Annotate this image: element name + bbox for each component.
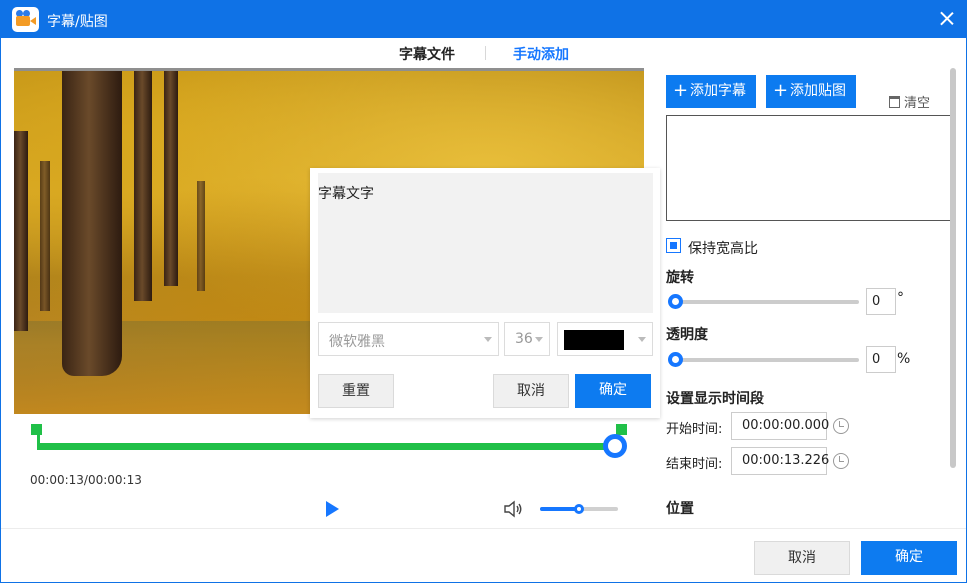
opacity-slider[interactable] — [668, 352, 859, 367]
trash-icon — [889, 96, 900, 108]
add-sticker-label: 添加贴图 — [790, 83, 846, 99]
time-readout: 00:00:13/00:00:13 — [30, 473, 142, 487]
dialog-footer: 取消 确定 — [1, 528, 966, 582]
rotation-unit: ° — [897, 290, 904, 306]
rotation-input[interactable]: 0 — [866, 288, 896, 315]
plus-icon: + — [673, 80, 689, 101]
opacity-input[interactable]: 0 — [866, 346, 896, 373]
cancel-button[interactable]: 取消 — [754, 541, 850, 575]
end-time-label: 结束时间: — [666, 457, 723, 472]
editor-ok-button[interactable]: 确定 — [575, 374, 651, 408]
rotation-knob[interactable] — [668, 294, 683, 309]
rotation-slider[interactable] — [668, 294, 859, 309]
plus-icon: + — [773, 80, 789, 101]
clear-label: 清空 — [904, 96, 931, 111]
add-sticker-button[interactable]: + 添加贴图 — [766, 75, 856, 108]
opacity-title: 透明度 — [666, 327, 708, 343]
window-title: 字幕/贴图 — [47, 14, 108, 30]
font-size-value: 36 — [515, 331, 533, 347]
editor-cancel-button[interactable]: 取消 — [493, 374, 569, 408]
clock-icon[interactable] — [833, 418, 849, 434]
timeline-bar — [37, 443, 617, 450]
ok-button[interactable]: 确定 — [861, 541, 957, 575]
tab-divider — [485, 46, 486, 60]
subtitle-list[interactable] — [666, 115, 955, 221]
subtitle-edit-popup: 字幕文字 微软雅黑 36 重置 取消 确定 — [310, 168, 660, 418]
start-time-label: 开始时间: — [666, 422, 723, 437]
color-swatch — [564, 330, 624, 350]
tab-manual-add[interactable]: 手动添加 — [513, 44, 569, 64]
start-time-input[interactable]: 00:00:00.000 — [731, 412, 829, 440]
play-icon[interactable] — [326, 501, 339, 517]
subtitle-text-value: 字幕文字 — [318, 186, 374, 202]
opacity-knob[interactable] — [668, 352, 683, 367]
font-size-select[interactable]: 36 — [504, 322, 550, 356]
add-subtitle-label: 添加字幕 — [690, 83, 746, 99]
position-title: 位置 — [666, 501, 694, 517]
keep-ratio-checkbox[interactable] — [666, 238, 681, 253]
volume-icon[interactable] — [503, 500, 523, 518]
properties-panel: + 添加字幕 + 添加贴图 清空 保持宽高比 旋转 0 ° 透明度 0 % 设置… — [655, 68, 955, 528]
reset-button[interactable]: 重置 — [318, 374, 394, 408]
end-time-input[interactable]: 00:00:13.226 — [731, 447, 829, 475]
chevron-down-icon — [638, 337, 646, 342]
keep-ratio-label: 保持宽高比 — [688, 241, 758, 257]
chevron-down-icon — [535, 337, 543, 342]
clear-button[interactable]: 清空 — [889, 92, 930, 111]
font-color-select[interactable] — [557, 322, 653, 356]
opacity-unit: % — [897, 351, 911, 367]
add-subtitle-button[interactable]: + 添加字幕 — [666, 75, 756, 108]
subtitle-sticker-dialog: 字幕/贴图 字幕文件 手动添加 字幕文字 微软雅黑 36 重置 取消 确定 00… — [0, 0, 967, 583]
volume-slider[interactable] — [540, 504, 618, 514]
panel-scrollbar[interactable] — [950, 68, 956, 468]
video-camera-icon — [12, 7, 39, 32]
tab-bar: 字幕文件 手动添加 — [1, 38, 966, 68]
close-icon[interactable] — [936, 8, 958, 30]
font-select[interactable]: 微软雅黑 — [318, 322, 499, 356]
title-bar: 字幕/贴图 — [1, 1, 966, 38]
subtitle-text-input[interactable]: 字幕文字 — [318, 173, 653, 313]
clock-icon[interactable] — [833, 453, 849, 469]
volume-knob[interactable] — [574, 504, 584, 514]
playhead-knob[interactable] — [603, 434, 627, 458]
time-section-title: 设置显示时间段 — [666, 391, 764, 407]
timeline-range[interactable] — [31, 424, 631, 464]
rotation-title: 旋转 — [666, 270, 694, 286]
font-select-value: 微软雅黑 — [329, 334, 385, 350]
chevron-down-icon — [484, 337, 492, 342]
tab-subtitle-file[interactable]: 字幕文件 — [399, 44, 455, 64]
